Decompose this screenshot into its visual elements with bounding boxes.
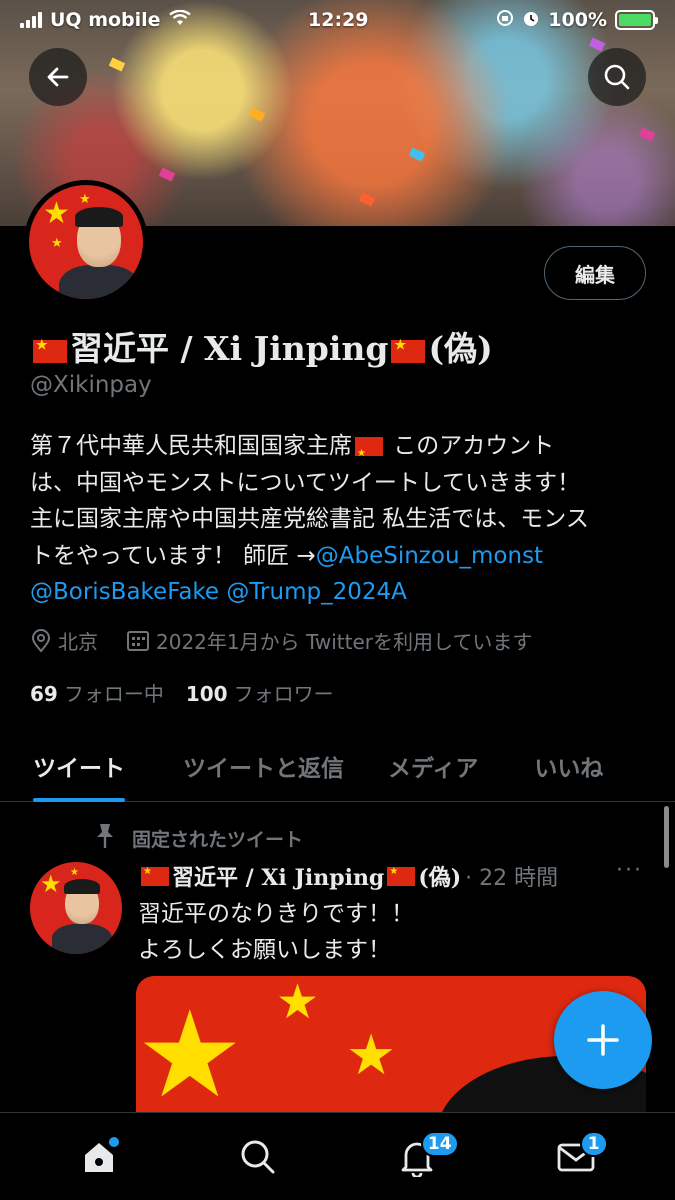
scrollbar[interactable] <box>664 806 669 868</box>
tweet-header: 習近平 / Xi Jinping (偽)· 22 時間 <box>138 860 558 892</box>
china-flag-icon <box>391 338 426 363</box>
profile-bio: 第７代中華人民共和国国家主席 このアカウント は、中国やモンストについてツイート… <box>30 428 650 611</box>
bio-text: 第７代中華人民共和国国家主席 <box>30 433 352 459</box>
profile-avatar[interactable]: ★ ★ ★ <box>24 180 148 304</box>
tweet-author-suffix: (偽) <box>418 865 462 891</box>
search-icon <box>604 64 630 90</box>
bottom-navigation: 14 1 <box>0 1112 675 1200</box>
china-flag-icon <box>33 338 67 363</box>
carrier-label: UQ mobile <box>50 9 161 31</box>
clock: 12:29 <box>308 9 369 31</box>
battery-percent: 100% <box>548 9 607 31</box>
nav-messages[interactable]: 1 <box>546 1127 608 1187</box>
messages-badge: 1 <box>579 1130 608 1157</box>
china-flag-icon <box>387 866 416 886</box>
following-label: フォロー中 <box>63 682 164 706</box>
edit-profile-button[interactable]: 編集 <box>544 246 646 300</box>
nav-home[interactable] <box>69 1127 129 1187</box>
china-flag-icon <box>355 436 383 473</box>
followers-link[interactable]: 100 フォロワー <box>186 678 334 707</box>
pin-icon <box>92 822 118 855</box>
tweet-time[interactable]: · 22 時間 <box>465 860 558 892</box>
location-text: 北京 <box>58 630 98 654</box>
mention-link[interactable]: @BorisBakeFake <box>30 579 219 605</box>
china-flag-icon <box>141 866 169 886</box>
followers-count: 100 <box>185 682 228 706</box>
active-tab-indicator <box>33 798 125 802</box>
following-count: 69 <box>30 682 58 706</box>
tweet-body: 習近平のなりきりです！！ よろしくお願いします！ <box>138 896 414 968</box>
tab-label: いいね <box>534 756 604 782</box>
mention-link[interactable]: @Trump_2024A <box>226 579 406 605</box>
compose-tweet-button[interactable] <box>554 991 652 1089</box>
location-icon <box>30 628 52 653</box>
tab-label: ツイートと返信 <box>183 756 344 782</box>
compose-plus-icon <box>587 1024 619 1056</box>
display-name-suffix: (偽) <box>428 329 493 368</box>
battery-icon <box>615 10 658 30</box>
search-button[interactable] <box>588 48 646 106</box>
tweet-text-line: よろしくお願いします！ <box>138 937 391 963</box>
display-name: 習近平 / Xi Jinping (偽) <box>30 322 493 370</box>
profile-tabs: ツイート ツイートと返信 メディア いいね <box>0 730 675 802</box>
status-bar: UQ mobile 12:29 100% <box>0 0 675 40</box>
tab-likes[interactable]: いいね <box>534 730 603 802</box>
calendar-icon <box>126 629 150 653</box>
tweet-author-name[interactable]: 習近平 / Xi Jinping <box>172 860 384 892</box>
profile-meta: 北京 2022年1月から Twitterを利用しています <box>30 626 532 655</box>
wifi-icon <box>168 9 191 31</box>
tab-media[interactable]: メディア <box>388 730 478 802</box>
pinned-indicator: 固定されたツイート <box>92 822 303 855</box>
tab-label: メディア <box>388 756 479 782</box>
bio-text: は、中国やモンストについてツイートしていきます！ <box>30 469 581 496</box>
signal-icon <box>20 12 42 28</box>
user-handle: @Xikinpay <box>30 372 152 398</box>
tweet-text-line: 習近平のなりきりです！！ <box>138 901 414 927</box>
joined-date: 2022年1月から Twitterを利用しています <box>156 630 533 654</box>
orientation-lock-icon <box>496 9 514 32</box>
back-arrow-icon <box>47 67 69 87</box>
alarm-icon <box>522 9 540 32</box>
bio-text: 主に国家主席や中国共産党総書記 私生活では、モンス <box>30 506 589 532</box>
more-icon[interactable]: ··· <box>616 858 643 883</box>
display-name-text: 習近平 / Xi Jinping <box>70 329 389 368</box>
back-button[interactable] <box>29 48 87 106</box>
home-unread-dot <box>109 1136 120 1147</box>
notifications-badge: 14 <box>420 1130 459 1157</box>
pinned-label: 固定されたツイート <box>132 829 304 851</box>
follow-stats: 69 フォロー中 100 フォロワー <box>30 678 334 707</box>
following-link[interactable]: 69 フォロー中 <box>30 678 164 707</box>
search-nav-icon <box>241 1140 275 1173</box>
tab-tweets[interactable]: ツイート <box>33 730 125 802</box>
nav-notifications[interactable]: 14 <box>387 1127 459 1187</box>
tab-label: ツイート <box>33 756 125 782</box>
tweet-avatar[interactable]: ★ ★ <box>30 862 122 954</box>
tab-tweets-and-replies[interactable]: ツイートと返信 <box>183 730 344 802</box>
nav-search[interactable] <box>228 1127 288 1187</box>
bio-text: このアカウント <box>386 433 555 459</box>
followers-label: フォロワー <box>233 682 334 706</box>
bio-text: トをやっています！ 師匠 → <box>30 542 316 569</box>
mention-link[interactable]: @AbeSinzou_monst <box>316 543 543 569</box>
